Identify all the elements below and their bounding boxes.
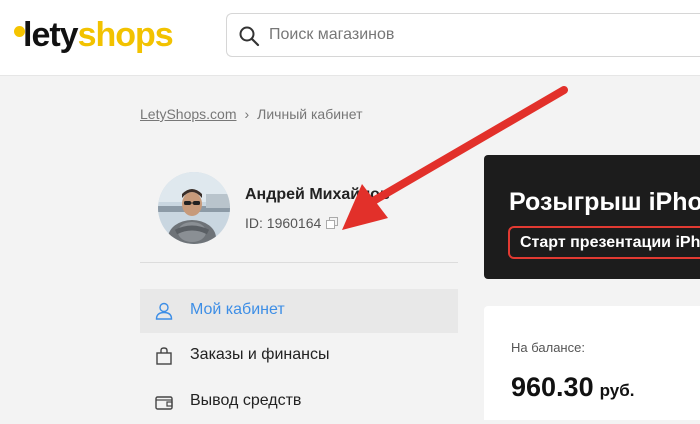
logo-dot bbox=[14, 26, 25, 37]
wallet-icon bbox=[155, 396, 173, 410]
user-id: ID: 1960164 bbox=[245, 215, 322, 231]
menu-item-label: Вывод средств bbox=[190, 392, 302, 409]
breadcrumb-current: Личный кабинет bbox=[257, 106, 363, 122]
user-name: Андрей Михайлов bbox=[245, 186, 390, 203]
logo-text-shops: shops bbox=[77, 16, 174, 54]
breadcrumb: LetyShops.com › Личный кабинет bbox=[140, 106, 363, 122]
balance-card: На балансе: 960.30 руб. bbox=[484, 306, 700, 420]
menu-item-label: Заказы и финансы bbox=[190, 346, 330, 363]
letyshops-logo[interactable]: letyshops bbox=[14, 13, 174, 57]
search-box[interactable]: Поиск магазинов bbox=[226, 13, 700, 57]
balance-value: 960.30 руб. bbox=[511, 372, 634, 403]
breadcrumb-home-link[interactable]: LetyShops.com bbox=[140, 106, 237, 122]
user-icon bbox=[155, 302, 173, 320]
top-header: letyshops Поиск магазинов bbox=[0, 0, 700, 76]
menu-item-withdraw[interactable]: Вывод средств bbox=[140, 380, 458, 424]
promo-banner[interactable]: Розыгрыш iPhone Старт презентации iPhone bbox=[484, 155, 700, 279]
promo-button[interactable]: Старт презентации iPhone bbox=[508, 226, 700, 259]
promo-title: Розыгрыш iPhone bbox=[509, 188, 700, 216]
menu-item-orders[interactable]: Заказы и финансы bbox=[140, 334, 458, 378]
bag-icon bbox=[156, 347, 172, 365]
breadcrumb-separator: › bbox=[244, 106, 250, 122]
copy-icon[interactable] bbox=[326, 217, 338, 229]
search-input[interactable]: Поиск магазинов bbox=[269, 26, 394, 44]
logo-text-lety: lety bbox=[23, 16, 79, 54]
search-icon[interactable] bbox=[238, 25, 260, 47]
balance-label: На балансе: bbox=[511, 340, 585, 355]
avatar[interactable] bbox=[158, 172, 230, 244]
balance-currency: руб. bbox=[599, 381, 635, 400]
menu-item-label: Мой кабинет bbox=[190, 301, 285, 318]
profile-divider bbox=[140, 262, 458, 263]
balance-amount: 960.30 bbox=[511, 372, 594, 402]
menu-item-my-account[interactable]: Мой кабинет bbox=[140, 289, 458, 333]
